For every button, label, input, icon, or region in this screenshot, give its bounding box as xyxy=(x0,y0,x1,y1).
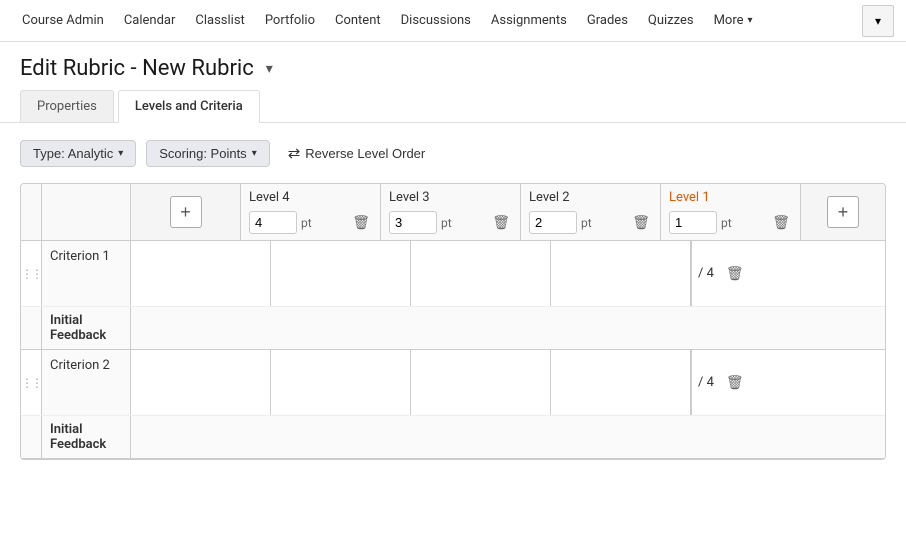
tab-properties[interactable]: Properties xyxy=(20,90,114,123)
add-level-right-button[interactable]: + xyxy=(827,196,859,228)
criterion-1-name-cell[interactable]: Criterion 1 xyxy=(41,241,131,306)
add-level-right-cell: + xyxy=(801,184,885,240)
nav-grades[interactable]: Grades xyxy=(577,0,638,42)
page-title-chevron-icon: ▾ xyxy=(266,60,273,76)
add-icon: + xyxy=(180,202,191,223)
criterion-1-level-3-cell[interactable] xyxy=(271,241,411,306)
level-3-name[interactable]: Level 3 xyxy=(389,190,512,205)
rubric-header-row: + Level 4 pt 🗑 Level 3 pt 🗑 xyxy=(21,184,885,241)
type-dropdown-button[interactable]: Type: Analytic ▾ xyxy=(20,140,136,167)
reverse-level-button[interactable]: ⇄ Reverse Level Order xyxy=(280,139,434,167)
level-4-points-input[interactable] xyxy=(249,211,297,234)
criterion-2-feedback-row: Initial Feedback xyxy=(21,415,885,458)
criterion-1-score: / 4 xyxy=(691,241,720,306)
level-2-points-input[interactable] xyxy=(529,211,577,234)
criterion-1-delete-button[interactable]: 🗑 xyxy=(720,241,750,306)
criterion-2-score: / 4 xyxy=(691,350,720,415)
page-title: Edit Rubric - New Rubric xyxy=(20,56,254,81)
level-1-header: Level 1 pt 🗑 xyxy=(661,184,801,240)
level-4-pt-label: pt xyxy=(301,216,312,230)
level-3-header: Level 3 pt 🗑 xyxy=(381,184,521,240)
level-1-pt-label: pt xyxy=(721,216,732,230)
level-3-pt-label: pt xyxy=(441,216,452,230)
level-2-header: Level 2 pt 🗑 xyxy=(521,184,661,240)
scoring-chevron-icon: ▾ xyxy=(252,148,257,159)
more-chevron-icon: ▾ xyxy=(748,0,753,42)
header-corner xyxy=(21,184,41,240)
level-2-pt-label: pt xyxy=(581,216,592,230)
top-nav: Course Admin Calendar Classlist Portfoli… xyxy=(0,0,906,42)
criterion-2-name-cell[interactable]: Criterion 2 xyxy=(41,350,131,415)
page-title-dropdown-button[interactable]: ▾ xyxy=(262,58,277,79)
nav-quizzes[interactable]: Quizzes xyxy=(638,0,704,42)
criterion-2-level-4-cell[interactable] xyxy=(131,350,271,415)
header-criterion-space xyxy=(41,184,131,240)
scoring-dropdown-button[interactable]: Scoring: Points ▾ xyxy=(146,140,269,167)
criterion-1-level-2-cell[interactable] xyxy=(411,241,551,306)
criterion-1-drag-handle[interactable]: ⋮⋮ xyxy=(21,241,41,306)
add-level-left-cell: + xyxy=(131,184,241,240)
toolbar: Type: Analytic ▾ Scoring: Points ▾ ⇄ Rev… xyxy=(20,139,886,167)
criterion-2-feedback-content[interactable] xyxy=(131,416,885,458)
nav-collapse-button[interactable]: ▾ xyxy=(862,5,894,37)
criterion-2-level-2-cell[interactable] xyxy=(411,350,551,415)
level-4-header: Level 4 pt 🗑 xyxy=(241,184,381,240)
level-1-delete-button[interactable]: 🗑 xyxy=(770,212,792,233)
level-2-delete-button[interactable]: 🗑 xyxy=(630,212,652,233)
criterion-1-level-1-cell[interactable] xyxy=(551,241,691,306)
criterion-1-feedback-content[interactable] xyxy=(131,307,885,349)
criterion-1-feedback-row: Initial Feedback xyxy=(21,306,885,349)
nav-portfolio[interactable]: Portfolio xyxy=(255,0,325,42)
nav-classlist[interactable]: Classlist xyxy=(185,0,254,42)
nav-more[interactable]: More ▾ xyxy=(704,0,763,42)
criterion-1-level-4-cell[interactable] xyxy=(131,241,271,306)
criterion-2-level-3-cell[interactable] xyxy=(271,350,411,415)
nav-course-admin[interactable]: Course Admin xyxy=(12,0,114,42)
criterion-2-feedback-label: Initial Feedback xyxy=(41,416,131,458)
level-3-delete-button[interactable]: 🗑 xyxy=(490,212,512,233)
criterion-1-row: ⋮⋮ Criterion 1 / 4 🗑 Initial Feedback xyxy=(21,241,885,350)
nav-content[interactable]: Content xyxy=(325,0,391,42)
tab-levels-criteria[interactable]: Levels and Criteria xyxy=(118,90,260,123)
level-4-name[interactable]: Level 4 xyxy=(249,190,372,205)
criterion-2-level-1-cell[interactable] xyxy=(551,350,691,415)
type-chevron-icon: ▾ xyxy=(118,148,123,159)
main-content: Type: Analytic ▾ Scoring: Points ▾ ⇄ Rev… xyxy=(0,123,906,476)
level-1-name[interactable]: Level 1 xyxy=(669,190,792,205)
criterion-2-row: ⋮⋮ Criterion 2 / 4 🗑 Initial Feedback xyxy=(21,350,885,459)
level-2-name[interactable]: Level 2 xyxy=(529,190,652,205)
level-1-points-input[interactable] xyxy=(669,211,717,234)
rubric-container: + Level 4 pt 🗑 Level 3 pt 🗑 xyxy=(20,183,886,460)
add-level-left-button[interactable]: + xyxy=(170,196,202,228)
tabs-container: Properties Levels and Criteria xyxy=(0,89,906,123)
nav-calendar[interactable]: Calendar xyxy=(114,0,186,42)
criterion-2-delete-button[interactable]: 🗑 xyxy=(720,350,750,415)
nav-assignments[interactable]: Assignments xyxy=(481,0,577,42)
reverse-icon: ⇄ xyxy=(288,144,301,162)
add-right-icon: + xyxy=(838,202,849,223)
criterion-2-drag-handle[interactable]: ⋮⋮ xyxy=(21,350,41,415)
level-3-points-input[interactable] xyxy=(389,211,437,234)
criterion-1-feedback-label: Initial Feedback xyxy=(41,307,131,349)
chevron-down-icon: ▾ xyxy=(875,14,881,28)
page-header: Edit Rubric - New Rubric ▾ xyxy=(0,42,906,89)
nav-discussions[interactable]: Discussions xyxy=(391,0,481,42)
level-4-delete-button[interactable]: 🗑 xyxy=(350,212,372,233)
